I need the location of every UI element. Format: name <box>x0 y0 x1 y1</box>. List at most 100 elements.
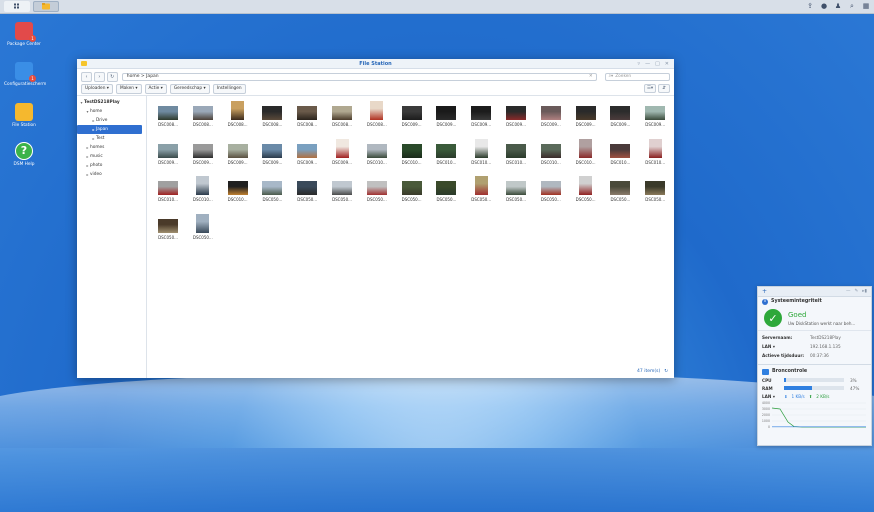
tree-node-home[interactable]: ▾ home <box>77 107 146 116</box>
tree-node-japan[interactable]: ▸ Japan <box>77 125 142 134</box>
file-thumbnail[interactable]: DSC010... <box>603 139 637 171</box>
file-thumbnail[interactable]: DSC008... <box>290 101 324 133</box>
close-icon[interactable]: ✕ <box>665 61 669 67</box>
upload-icon[interactable]: ⇪ <box>806 2 814 10</box>
tree-node-video[interactable]: ▸ video <box>77 170 146 179</box>
main-menu-button[interactable] <box>4 1 30 12</box>
desktop-icon-control-panel[interactable]: 1 Configuratiescherm <box>4 62 46 87</box>
file-thumbnail[interactable]: DSC050... <box>569 176 603 208</box>
file-thumbnail[interactable]: DSC010... <box>499 139 533 171</box>
photo-preview <box>401 143 422 158</box>
file-thumbnail[interactable]: DSC050... <box>325 176 359 208</box>
file-thumbnail[interactable]: DSC009... <box>395 101 429 133</box>
file-thumbnail[interactable]: DSC009... <box>290 139 324 171</box>
tree-node-homes[interactable]: ▸ homes <box>77 143 146 152</box>
file-thumbnail[interactable]: DSC008... <box>360 101 394 133</box>
file-thumbnail[interactable]: DSC050... <box>429 176 463 208</box>
file-thumbnail[interactable]: DSC050... <box>638 176 672 208</box>
file-thumbnail[interactable]: DSC050... <box>464 176 498 208</box>
photo-preview <box>540 143 561 158</box>
file-thumbnail[interactable]: DSC010... <box>360 139 394 171</box>
file-thumbnail[interactable]: DSC008... <box>151 101 185 133</box>
chat-icon[interactable]: ● <box>820 2 828 10</box>
tree-node-label: photo <box>90 163 103 168</box>
file-thumbnail[interactable]: DSC010... <box>464 138 498 171</box>
file-thumbnail[interactable]: DSC009... <box>325 138 359 171</box>
file-thumbnail[interactable]: DSC010... <box>186 176 220 208</box>
file-thumbnail[interactable]: DSC009... <box>151 139 185 171</box>
user-icon[interactable]: ♟ <box>834 2 842 10</box>
desktop-icon-folder[interactable]: File Station <box>4 103 44 128</box>
tree-node-photo[interactable]: ▸ photo <box>77 161 146 170</box>
window-titlebar[interactable]: File Station ▿ — □ ✕ <box>77 59 674 69</box>
file-thumbnail[interactable]: DSC010... <box>429 139 463 171</box>
upload-button[interactable]: Uploaden ▾ <box>81 83 113 94</box>
file-thumbnail[interactable]: DSC010... <box>221 176 255 208</box>
file-thumbnail[interactable]: DSC050... <box>151 214 185 246</box>
search-input[interactable]: ⌕▾ Zoeken <box>604 72 670 81</box>
sort-button[interactable]: ⇵ <box>658 84 670 93</box>
refresh-icon[interactable]: ↻ <box>664 369 668 374</box>
file-thumbnail[interactable]: DSC050... <box>186 213 220 246</box>
pin-icon[interactable]: ✎ <box>854 289 858 294</box>
file-thumbnail[interactable]: DSC009... <box>534 101 568 133</box>
file-thumbnail[interactable]: DSC009... <box>499 101 533 133</box>
file-thumbnail[interactable]: DSC009... <box>255 139 289 171</box>
file-thumbnail[interactable]: DSC050... <box>255 176 289 208</box>
lan-dropdown[interactable]: LAN ▾ <box>762 344 810 349</box>
file-thumbnail[interactable]: DSC050... <box>395 176 429 208</box>
clear-icon[interactable]: ✕ <box>589 74 593 79</box>
minimize-icon[interactable]: — <box>846 289 851 294</box>
file-thumbnail[interactable]: DSC050... <box>360 176 394 208</box>
file-thumbnail[interactable]: DSC010... <box>638 138 672 171</box>
desktop-icon-help[interactable]: ? DSM Help <box>4 142 44 167</box>
file-thumbnail[interactable]: DSC009... <box>221 139 255 171</box>
file-thumbnail[interactable]: DSC050... <box>534 176 568 208</box>
path-field[interactable]: home > Japan ✕ <box>121 72 597 81</box>
file-thumbnail[interactable]: DSC050... <box>290 176 324 208</box>
forward-button[interactable]: › <box>93 71 105 82</box>
desktop-icon-package[interactable]: 1 Package Center <box>4 22 44 47</box>
create-button[interactable]: Maken ▾ <box>115 83 142 94</box>
tree-node-drive[interactable]: ▸ Drive <box>77 116 146 125</box>
search-icon[interactable]: ⌕ <box>848 2 856 10</box>
pin-icon[interactable]: ▿ <box>638 61 641 67</box>
file-thumbnail[interactable]: DSC008... <box>221 101 255 133</box>
tree-node-test[interactable]: ▸ Test <box>77 134 146 143</box>
window-title: File Station <box>359 60 392 67</box>
tree-node-music[interactable]: ▸ music <box>77 152 146 161</box>
file-thumbnail[interactable]: DSC009... <box>603 101 637 133</box>
file-thumbnail[interactable]: DSC010... <box>151 176 185 208</box>
file-thumbnail[interactable]: DSC010... <box>534 139 568 171</box>
file-thumbnail[interactable]: DSC009... <box>464 101 498 133</box>
file-thumbnail[interactable]: DSC008... <box>325 101 359 133</box>
grid-icon <box>14 3 19 9</box>
panel-icon[interactable]: ▸▮ <box>862 289 867 294</box>
tools-button[interactable]: Gereedschap ▾ <box>169 83 210 94</box>
settings-button[interactable]: Instellingen <box>212 83 246 94</box>
view-mode-button[interactable]: ☰▾ <box>644 84 656 93</box>
minimize-icon[interactable]: — <box>645 61 650 67</box>
file-station-window: File Station ▿ — □ ✕ ‹ › ↻ home > Japan … <box>77 59 674 378</box>
file-thumbnail[interactable]: DSC009... <box>429 101 463 133</box>
file-thumbnail[interactable]: DSC010... <box>569 138 603 171</box>
maximize-icon[interactable]: □ <box>655 61 660 67</box>
add-widget-icon[interactable]: + <box>762 288 767 295</box>
refresh-button[interactable]: ↻ <box>106 71 118 82</box>
back-button[interactable]: ‹ <box>81 71 92 82</box>
taskbar-file-station-button[interactable] <box>33 1 59 12</box>
file-thumbnail[interactable]: DSC009... <box>569 101 603 133</box>
action-button[interactable]: Actie ▾ <box>144 83 167 94</box>
desktop-icon-label: File Station <box>12 123 36 128</box>
file-thumbnail[interactable]: DSC050... <box>603 176 637 208</box>
file-thumbnail[interactable]: DSC009... <box>186 139 220 171</box>
file-thumbnail[interactable]: DSC009... <box>638 101 672 133</box>
widget-icon[interactable]: ▦ <box>862 2 870 10</box>
file-thumbnail[interactable]: DSC008... <box>255 101 289 133</box>
lan-speed-dropdown[interactable]: LAN ▾ <box>762 394 780 399</box>
file-thumbnail[interactable]: DSC050... <box>499 176 533 208</box>
file-name: DSC010... <box>575 159 596 165</box>
file-thumbnail[interactable]: DSC008... <box>186 101 220 133</box>
file-thumbnail[interactable]: DSC010... <box>395 139 429 171</box>
tree-node-testds218play[interactable]: ▾ TestDS218Play <box>77 98 146 107</box>
